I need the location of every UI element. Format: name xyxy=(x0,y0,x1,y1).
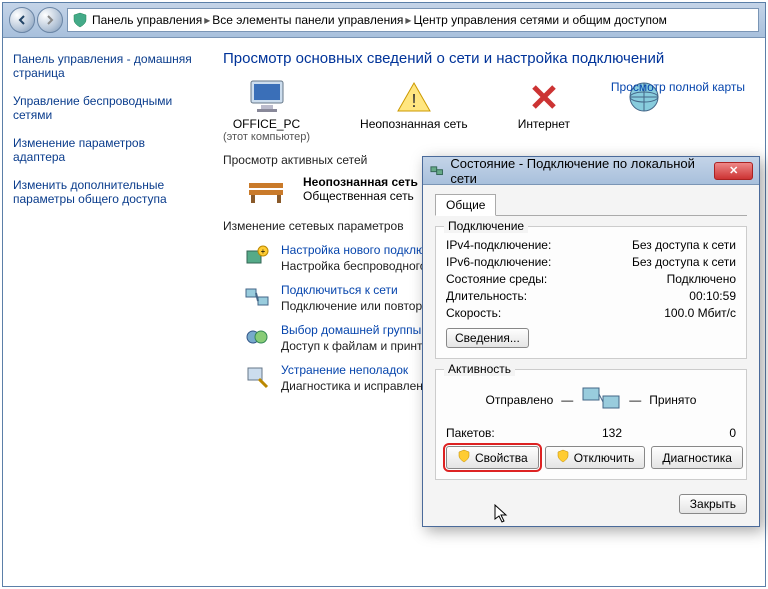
map-item-label: Интернет xyxy=(518,117,570,131)
x-icon xyxy=(520,77,568,117)
bench-icon xyxy=(243,173,289,205)
map-item-label: Неопознанная сеть xyxy=(360,117,468,131)
dialog-titlebar[interactable]: Состояние - Подключение по локальной сет… xyxy=(423,157,759,185)
activity-computers-icon xyxy=(581,384,621,416)
disable-button-label: Отключить xyxy=(574,451,635,465)
recv-label: Принято xyxy=(649,393,696,407)
svg-text:!: ! xyxy=(411,91,416,111)
network-type: Общественная сеть xyxy=(303,189,414,203)
homegroup-icon xyxy=(243,323,271,351)
sidebar-link-wireless[interactable]: Управление беспроводными сетями xyxy=(13,94,193,122)
back-button[interactable] xyxy=(9,7,35,33)
map-internet: Интернет xyxy=(518,77,570,131)
navigation-toolbar: Панель управления ▸ Все элементы панели … xyxy=(3,3,765,38)
map-this-computer: OFFICE_PC (этот компьютер) xyxy=(223,77,310,143)
sidebar-link-home[interactable]: Панель управления - домашняя страница xyxy=(13,52,193,80)
page-title: Просмотр основных сведений о сети и наст… xyxy=(223,50,745,67)
kv-key: IPv6-подключение: xyxy=(446,255,551,269)
connection-group: Подключение IPv4-подключение:Без доступа… xyxy=(435,226,747,359)
sidebar-link-advanced[interactable]: Изменить дополнительные параметры общего… xyxy=(13,178,193,206)
breadcrumb-item[interactable]: Панель управления xyxy=(92,13,202,27)
map-item-sublabel: (этот компьютер) xyxy=(223,131,310,143)
tab-general[interactable]: Общие xyxy=(435,194,496,216)
close-x-icon: ✕ xyxy=(729,164,738,177)
map-item-label: OFFICE_PC xyxy=(223,117,310,131)
kv-key: IPv4-подключение: xyxy=(446,238,551,252)
chevron-right-icon: ▸ xyxy=(204,13,210,27)
kv-value: 00:10:59 xyxy=(689,289,736,303)
close-button[interactable]: Закрыть xyxy=(679,494,747,514)
activity-group: Активность Отправлено — — Принято Пакето… xyxy=(435,369,747,480)
packets-label: Пакетов: xyxy=(446,426,495,440)
breadcrumb-bar[interactable]: Панель управления ▸ Все элементы панели … xyxy=(67,8,759,32)
warning-icon: ! xyxy=(390,77,438,117)
activity-group-title: Активность xyxy=(444,362,515,376)
disable-button[interactable]: Отключить xyxy=(545,446,646,469)
properties-button-label: Свойства xyxy=(475,451,528,465)
new-connection-icon: + xyxy=(243,243,271,271)
details-button[interactable]: Сведения... xyxy=(446,328,529,348)
packets-recv: 0 xyxy=(729,426,736,440)
kv-key: Длительность: xyxy=(446,289,527,303)
troubleshoot-icon xyxy=(243,363,271,391)
diagnostics-button[interactable]: Диагностика xyxy=(651,446,743,469)
kv-value: Без доступа к сети xyxy=(632,238,736,252)
packets-sent: 132 xyxy=(495,426,730,440)
kv-key: Состояние среды: xyxy=(446,272,547,286)
connection-icon xyxy=(429,163,444,179)
svg-text:+: + xyxy=(261,247,266,256)
network-name: Неопознанная сеть xyxy=(303,175,418,189)
connect-icon xyxy=(243,283,271,311)
chevron-right-icon: ▸ xyxy=(405,13,411,27)
shield-icon xyxy=(556,449,570,466)
connection-status-dialog: Состояние - Подключение по локальной сет… xyxy=(422,156,760,527)
kv-value: Подключено xyxy=(667,272,736,286)
dialog-close-button[interactable]: ✕ xyxy=(714,162,753,180)
dialog-title: Состояние - Подключение по локальной сет… xyxy=(450,156,714,186)
breadcrumb-item[interactable]: Центр управления сетями и общим доступом xyxy=(413,13,667,27)
kv-value: 100.0 Мбит/с xyxy=(664,306,736,320)
breadcrumb-item[interactable]: Все элементы панели управления xyxy=(212,13,403,27)
tab-strip: Общие xyxy=(435,193,747,216)
view-full-map-link[interactable]: Просмотр полной карты xyxy=(611,80,745,94)
shield-icon xyxy=(457,449,471,466)
shield-icon xyxy=(72,12,88,28)
forward-button[interactable] xyxy=(37,7,63,33)
connection-group-title: Подключение xyxy=(444,219,528,233)
computer-icon xyxy=(243,77,291,117)
map-unknown-network: ! Неопознанная сеть xyxy=(360,77,468,131)
sidebar: Панель управления - домашняя страница Уп… xyxy=(3,38,203,586)
kv-key: Скорость: xyxy=(446,306,501,320)
properties-button[interactable]: Свойства xyxy=(446,446,539,469)
sidebar-link-adapter[interactable]: Изменение параметров адаптера xyxy=(13,136,193,164)
kv-value: Без доступа к сети xyxy=(632,255,736,269)
sent-label: Отправлено xyxy=(486,393,554,407)
